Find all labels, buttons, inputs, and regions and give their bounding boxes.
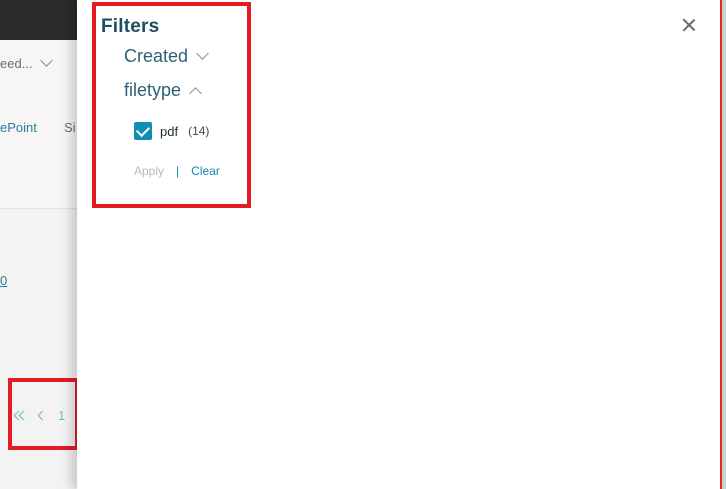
background-link[interactable]: 0: [0, 273, 7, 288]
pagination: 1: [13, 408, 65, 423]
filetype-option-pdf[interactable]: pdf (14): [134, 122, 209, 140]
filter-actions: Apply | Clear: [134, 164, 220, 178]
facet-filetype[interactable]: filetype: [124, 80, 202, 101]
filters-title: Filters: [101, 16, 160, 37]
tab-sites[interactable]: Si: [64, 120, 76, 135]
check-icon: [135, 122, 151, 138]
chevron-down-icon: [40, 54, 54, 67]
facet-created-label: Created: [124, 46, 189, 66]
tab-sharepoint[interactable]: ePoint: [0, 120, 37, 135]
clear-button[interactable]: Clear: [191, 164, 220, 178]
chevron-down-icon: [196, 47, 209, 60]
chevron-up-icon: [189, 87, 202, 100]
first-page-icon[interactable]: [13, 410, 29, 422]
panel-edge: [720, 0, 726, 489]
facet-filetype-label: filetype: [124, 80, 182, 100]
background-topbar: [0, 0, 80, 40]
pdf-checkbox[interactable]: [134, 122, 152, 140]
feed-selector[interactable]: eed...: [0, 54, 54, 71]
page-number[interactable]: 1: [58, 408, 65, 423]
previous-page-icon[interactable]: [36, 410, 48, 422]
pdf-count: (14): [188, 124, 210, 138]
background-row: [0, 162, 80, 209]
facet-created[interactable]: Created: [124, 46, 209, 67]
feed-selector-label: eed...: [0, 56, 33, 71]
filters-panel: Filters Created filetype pdf (14) Apply …: [77, 0, 720, 489]
close-icon[interactable]: [680, 16, 698, 34]
actions-separator: |: [176, 164, 180, 178]
panel-edge-red-line: [720, 0, 722, 489]
pdf-label: pdf: [160, 123, 179, 139]
apply-button[interactable]: Apply: [134, 164, 164, 178]
